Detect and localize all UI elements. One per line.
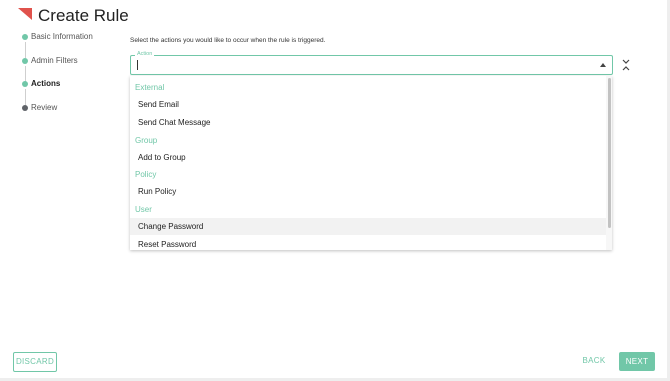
action-options-list[interactable]: External Send Email Send Chat Message Gr… [130,76,612,250]
step-complete-dot [22,34,28,40]
option-group-header: Policy [135,170,157,179]
options-scrollbar[interactable] [606,76,612,250]
step-connector [24,42,26,58]
step-label: Basic Information [31,32,93,41]
option-group-header: User [135,205,152,214]
step-label: Review [31,103,58,112]
option-send-chat-message[interactable]: Send Chat Message [130,114,612,131]
back-button[interactable]: BACK [580,352,608,370]
option-reset-password[interactable]: Reset Password [130,236,612,250]
scrollbar-thumb[interactable] [608,78,611,228]
page-title: Create Rule [38,6,129,25]
step-connector [24,66,26,82]
option-send-email[interactable]: Send Email [130,96,612,113]
option-group-header: External [135,83,165,92]
option-change-password[interactable]: Change Password [130,218,612,235]
step-label: Admin Filters [31,56,78,65]
option-run-policy[interactable]: Run Policy [130,183,612,200]
logo-icon [18,8,32,20]
collapse-icon[interactable] [622,59,630,71]
app-frame: Create Rule Basic Information Admin Filt… [0,0,670,381]
discard-button[interactable]: DISCARD [13,352,57,372]
option-group-header: Group [135,136,158,145]
instruction-text: Select the actions you would like to occ… [130,37,326,44]
step-label: Actions [31,79,61,88]
step-pending-dot [22,105,28,111]
step-connector [24,89,26,105]
option-add-to-group[interactable]: Add to Group [130,149,612,166]
next-button[interactable]: NEXT [619,352,655,371]
action-input[interactable] [135,58,575,72]
text-cursor [137,60,138,70]
action-autocomplete[interactable] [130,55,613,75]
step-complete-dot [22,58,28,64]
caret-up-icon[interactable] [600,63,606,67]
step-active-dot [22,81,28,87]
action-field-label: Action [135,50,155,58]
